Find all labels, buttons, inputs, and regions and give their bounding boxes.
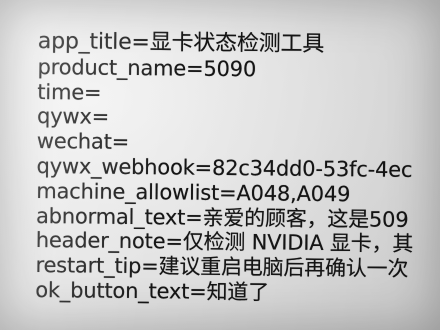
config-line-machine-allowlist: machine_allowlist=A048,A049 bbox=[36, 178, 351, 207]
config-text-editor[interactable]: app_title=显卡状态检测工具 product_name=5090 tim… bbox=[35, 30, 440, 307]
config-line-ok-button-text: ok_button_text=知道了 bbox=[35, 277, 270, 305]
config-line-product-name: product_name=5090 bbox=[37, 54, 257, 82]
screen: app_title=显卡状态检测工具 product_name=5090 tim… bbox=[0, 0, 440, 330]
